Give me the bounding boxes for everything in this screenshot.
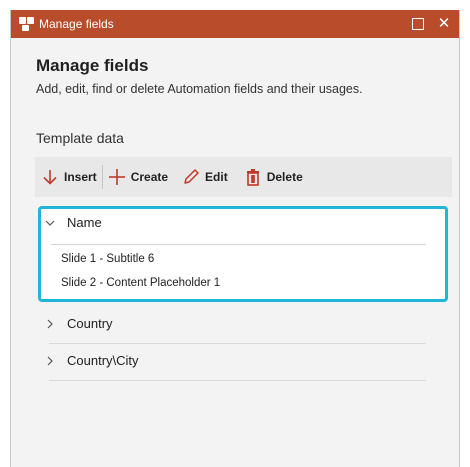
toolbar-separator xyxy=(101,165,103,189)
pencil-icon xyxy=(184,169,199,184)
chevron-right-icon[interactable] xyxy=(45,319,55,329)
create-button[interactable]: Create xyxy=(108,157,168,197)
field-group-header[interactable]: Name xyxy=(45,215,102,230)
section-title: Template data xyxy=(36,130,124,146)
field-name-label: Country xyxy=(67,316,113,331)
close-button[interactable]: ✕ xyxy=(433,13,455,35)
chevron-down-icon[interactable] xyxy=(45,218,55,228)
title-bar: Manage fields ✕ xyxy=(11,10,459,38)
toolbar: Insert Create Edit Delete xyxy=(35,157,452,197)
delete-button[interactable]: Delete xyxy=(244,157,303,197)
edit-label: Edit xyxy=(205,170,228,184)
group-divider xyxy=(51,244,426,245)
insert-button[interactable]: Insert xyxy=(41,157,97,197)
field-group-country[interactable]: Country xyxy=(35,307,452,344)
field-group-country-city[interactable]: Country\City xyxy=(35,344,452,381)
chevron-right-icon[interactable] xyxy=(45,356,55,366)
page-description: Add, edit, find or delete Automation fie… xyxy=(36,82,363,96)
usage-item[interactable]: Slide 2 - Content Placeholder 1 xyxy=(61,277,220,289)
arrow-down-icon xyxy=(43,170,57,185)
field-group-header[interactable]: Country xyxy=(45,316,113,331)
field-name-label: Country\City xyxy=(67,353,139,368)
window-title: Manage fields xyxy=(39,17,114,31)
page-title: Manage fields xyxy=(36,56,149,75)
field-name-label: Name xyxy=(67,215,102,230)
plus-icon xyxy=(108,169,125,185)
manage-fields-window: Manage fields ✕ Manage fields Add, edit,… xyxy=(10,10,460,467)
app-logo-icon xyxy=(19,17,34,31)
delete-label: Delete xyxy=(266,170,303,184)
field-group-header[interactable]: Country\City xyxy=(45,353,139,368)
maximize-icon xyxy=(412,18,424,30)
maximize-button[interactable] xyxy=(407,13,429,35)
insert-label: Insert xyxy=(64,170,97,184)
create-label: Create xyxy=(130,170,169,184)
trash-icon xyxy=(246,169,259,186)
row-divider xyxy=(49,380,426,381)
edit-button[interactable]: Edit xyxy=(182,157,228,197)
field-group-name[interactable]: Name Slide 1 - Subtitle 6 Slide 2 - Cont… xyxy=(38,206,448,302)
usage-item[interactable]: Slide 1 - Subtitle 6 xyxy=(61,253,154,265)
